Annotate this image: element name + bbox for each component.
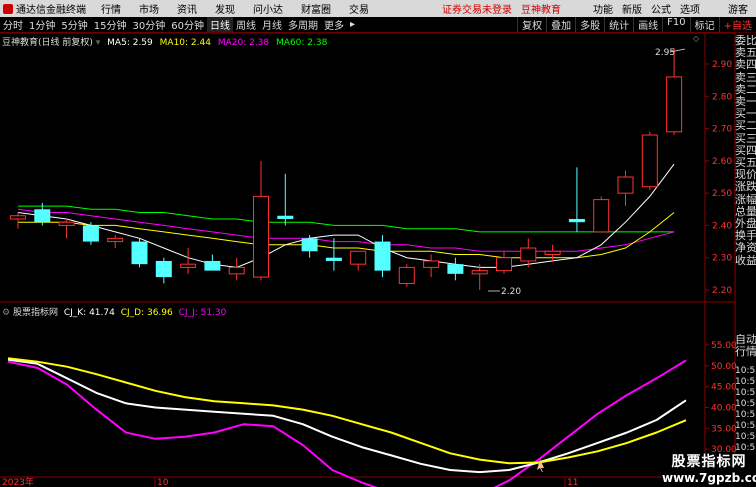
candle-body-up bbox=[520, 247, 537, 262]
price-tick-label: 2.70 bbox=[712, 125, 732, 135]
price-tick-label: 2.40 bbox=[712, 221, 732, 231]
info-label: 卖四 bbox=[735, 58, 756, 72]
indicator-tick-label: 45.00 bbox=[711, 383, 737, 393]
price-tick-label: 2.30 bbox=[712, 254, 732, 264]
tick-time: 10:58 bbox=[735, 432, 756, 442]
candle-body-up bbox=[398, 266, 415, 285]
price-tick-label: 2.50 bbox=[712, 189, 732, 199]
candle-body-down bbox=[568, 218, 585, 223]
candle-body-down bbox=[374, 241, 391, 271]
info-label: 净资 bbox=[735, 241, 756, 255]
price-tick-label: 2.80 bbox=[712, 92, 732, 102]
tick-time: 10:58 bbox=[735, 443, 756, 453]
info-label: 收益 bbox=[735, 253, 756, 267]
candle-body-up bbox=[58, 221, 75, 226]
candle-body-down bbox=[34, 209, 51, 223]
candle-body-up bbox=[350, 250, 367, 265]
candle-body-up bbox=[471, 270, 488, 275]
diamond-icon: ◇ bbox=[693, 34, 700, 43]
watermark-title: 股票指标网 bbox=[671, 454, 747, 470]
candle-body-up bbox=[228, 266, 245, 275]
watermark-url: www.7gpzb.com bbox=[662, 471, 756, 485]
candle-body-down bbox=[301, 238, 318, 252]
kdj-lines bbox=[7, 357, 687, 487]
chart-frame bbox=[0, 32, 736, 478]
tick-time: 10:58 bbox=[735, 410, 756, 420]
indicator-tick-label: 35.00 bbox=[711, 424, 737, 434]
high-price-label: 2.95 bbox=[655, 48, 675, 58]
auto-quote-label: 行情 bbox=[735, 345, 756, 358]
indicator-tick-label: 55.00 bbox=[711, 341, 737, 351]
candle-body-up bbox=[10, 215, 26, 220]
candle-body-up bbox=[253, 195, 269, 278]
info-label: 涨跌 bbox=[735, 180, 756, 194]
info-label: 卖三 bbox=[735, 70, 756, 84]
candle-body-down bbox=[131, 241, 148, 265]
tick-time: 10:58 bbox=[735, 421, 756, 431]
candle-body-up bbox=[544, 250, 561, 255]
kdj_j-line bbox=[7, 359, 687, 487]
candle-body-up bbox=[617, 176, 634, 194]
x-label-nov: 11 bbox=[567, 478, 578, 487]
candle-body-up bbox=[496, 257, 512, 272]
candle-body-down bbox=[204, 260, 221, 271]
candle-body-up bbox=[666, 76, 683, 133]
auto-quote-panel: 自动 行情 bbox=[735, 334, 756, 370]
info-label: 买三 bbox=[735, 131, 756, 145]
kdj_k-line bbox=[7, 358, 687, 474]
moving-average-lines bbox=[17, 163, 675, 268]
candle-body-down bbox=[155, 260, 172, 278]
candle-body-up bbox=[107, 237, 124, 243]
quote-info-panel: 委比 卖五 卖四 卖三 卖二 卖一 买一 买二 买三 买四 买五 现价 涨跌 涨幅 总量 外盘 换手 净资 收益 bbox=[735, 35, 756, 307]
ma5-line bbox=[17, 163, 675, 268]
candle-body-down bbox=[447, 264, 464, 274]
candle-body-down bbox=[277, 215, 294, 219]
tick-time: 10:57 bbox=[735, 399, 756, 409]
ma20-line bbox=[17, 208, 675, 252]
indicator-tick-label: 40.00 bbox=[711, 404, 737, 414]
candle-body-up bbox=[593, 199, 610, 233]
x-axis-labels: 2023年 10 11 bbox=[2, 476, 578, 487]
chart-canvas[interactable]: 2.90 2.80 2.70 2.60 2.50 2.40 2.30 2.20 55.00 50… bbox=[0, 0, 756, 487]
indicator-tick-label: 50.00 bbox=[711, 362, 737, 372]
price-tick-label: 2.90 bbox=[712, 60, 732, 70]
candle-body-down bbox=[325, 257, 342, 261]
tick-time: 10:57 bbox=[735, 366, 756, 376]
candle-body-up bbox=[180, 263, 197, 268]
watermark: 股票指标网 www.7gpzb.com bbox=[662, 454, 756, 487]
candlesticks bbox=[10, 47, 683, 290]
x-label-oct: 10 bbox=[157, 478, 169, 487]
x-label-year: 2023年 bbox=[2, 476, 34, 487]
candle-body-down bbox=[82, 225, 99, 242]
price-tick-label: 2.20 bbox=[712, 286, 732, 296]
tick-time: 10:57 bbox=[735, 377, 756, 387]
price-tick-label: 2.60 bbox=[712, 157, 732, 167]
low-price-label: 2.20 bbox=[501, 287, 521, 297]
info-label: 涨幅 bbox=[735, 192, 756, 206]
candle-body-up bbox=[641, 134, 658, 188]
tick-time: 10:57 bbox=[735, 388, 756, 398]
info-label: 买二 bbox=[735, 119, 756, 133]
candle-body-up bbox=[423, 260, 440, 268]
price-axis: 2.90 2.80 2.70 2.60 2.50 2.40 2.30 2.20 bbox=[705, 60, 732, 296]
